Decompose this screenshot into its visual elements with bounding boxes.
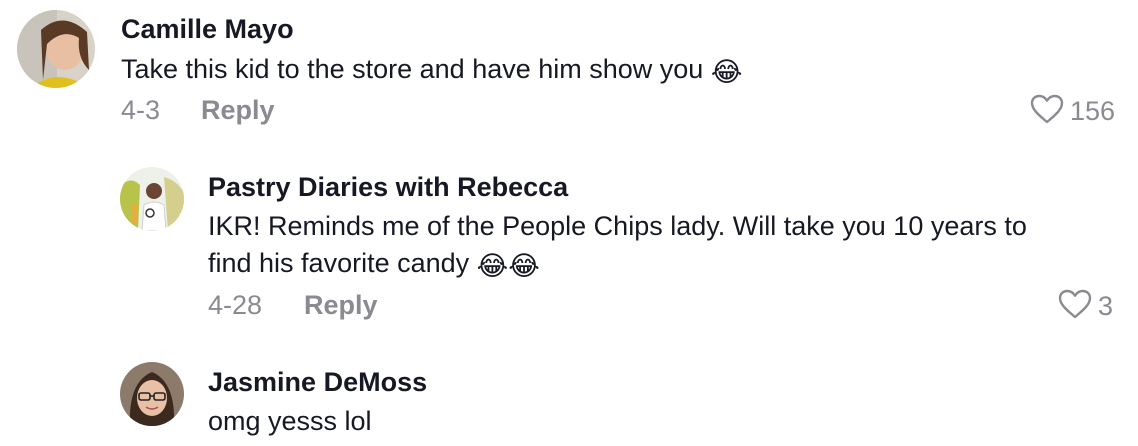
comment-text: IKR! Reminds me of the People Chips lady… [208, 208, 1027, 285]
reply-button[interactable]: Reply [201, 95, 275, 126]
comment-text-line-2: find his favorite candy [208, 248, 470, 278]
comment-text: Take this kid to the store and have him … [121, 51, 742, 91]
like-button[interactable]: 156 [1030, 94, 1115, 129]
like-count: 156 [1070, 96, 1116, 126]
reply-button[interactable]: Reply [304, 290, 378, 321]
comment-date: 4-28 [208, 290, 263, 320]
avatar[interactable] [17, 10, 95, 88]
heart-icon [1058, 289, 1092, 324]
comment-username[interactable]: Jasmine DeMoss [208, 367, 427, 398]
comment-username[interactable]: Camille Mayo [121, 14, 294, 45]
comment-text: omg yesss lol [208, 406, 372, 436]
heart-icon [1030, 94, 1064, 129]
like-count: 3 [1098, 291, 1114, 321]
avatar[interactable] [120, 167, 184, 231]
comment-username[interactable]: Pastry Diaries with Rebecca [208, 172, 568, 203]
comment-date: 4-3 [121, 95, 161, 125]
like-button[interactable]: 3 [1058, 289, 1113, 324]
laughing-emoji-icon: 😂 [710, 57, 743, 87]
laughing-emoji-icon: 😂😂 [476, 251, 540, 281]
comment-text-line-1: IKR! Reminds me of the People Chips lady… [208, 211, 1027, 241]
comment-text-body: Take this kid to the store and have him … [121, 54, 704, 84]
avatar[interactable] [120, 362, 184, 426]
